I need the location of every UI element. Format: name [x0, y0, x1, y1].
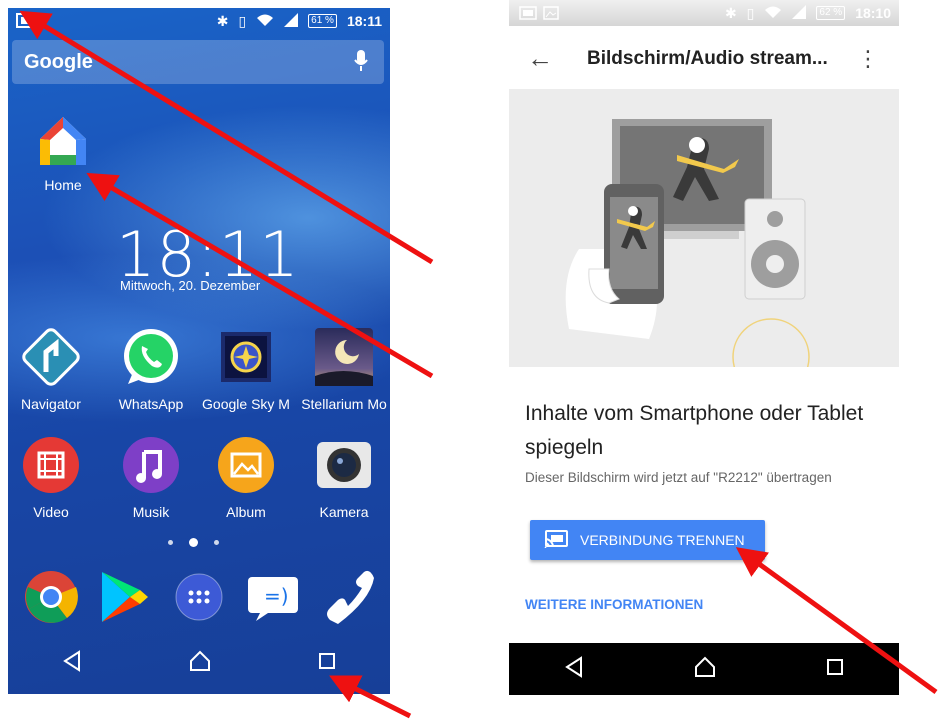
chrome-icon[interactable] — [22, 568, 80, 626]
app-label: Stellarium Mo — [301, 396, 387, 412]
back-icon[interactable] — [62, 649, 82, 677]
disconnect-button-label: VERBINDUNG TRENNEN — [580, 532, 745, 548]
camera-icon — [313, 434, 375, 496]
play-store-icon[interactable] — [96, 568, 154, 626]
svg-text:=): =) — [264, 584, 289, 608]
whatsapp-icon — [120, 326, 182, 388]
google-logo: Google — [24, 50, 93, 73]
app-label: Album — [226, 504, 266, 520]
navigation-bar — [8, 632, 390, 694]
navigator-icon — [20, 326, 82, 388]
status-time: 18:10 — [855, 5, 891, 21]
toolbar: ← Bildschirm/Audio stream... ⋮ — [509, 28, 899, 88]
cast-icon — [519, 6, 537, 23]
app-label: WhatsApp — [118, 396, 184, 412]
vibrate-icon: ▯ — [746, 4, 755, 21]
status-time: 18:11 — [346, 13, 382, 29]
app-musik[interactable]: Musik — [103, 434, 199, 520]
navigation-bar — [509, 643, 899, 695]
app-label: Home — [44, 177, 82, 193]
wifi-icon — [256, 13, 274, 30]
app-home[interactable]: Home — [18, 113, 108, 193]
wifi-icon — [764, 5, 782, 22]
vibrate-icon: ▯ — [238, 12, 247, 29]
status-bar: ✱ ▯ 62 % 18:10 — [509, 0, 899, 26]
disconnect-button[interactable]: VERBINDUNG TRENNEN — [530, 520, 765, 560]
status-bar: ✱ ▯ 61 % 18:11 — [8, 8, 390, 34]
bluetooth-icon: ✱ — [216, 12, 229, 29]
video-icon — [20, 434, 82, 496]
cast-icon — [16, 13, 36, 32]
bluetooth-icon: ✱ — [724, 4, 737, 21]
album-icon — [215, 434, 277, 496]
app-label: Google Sky M — [202, 396, 290, 412]
home-nav-icon[interactable] — [694, 656, 716, 683]
app-stellarium[interactable]: Stellarium Mo — [296, 326, 390, 412]
cast-illustration — [509, 89, 899, 396]
battery-indicator: 61 % — [308, 14, 337, 28]
music-icon — [120, 434, 182, 496]
cast-status-description: Dieser Bildschirm wird jetzt auf "R2212"… — [525, 470, 832, 485]
phone-icon[interactable] — [318, 568, 376, 626]
app-whatsapp[interactable]: WhatsApp — [103, 326, 199, 412]
app-label: Navigator — [21, 396, 81, 412]
more-info-link[interactable]: WEITERE INFORMATIONEN — [525, 597, 703, 612]
back-icon[interactable] — [564, 655, 584, 683]
app-kamera[interactable]: Kamera — [296, 434, 390, 520]
recents-icon[interactable] — [318, 652, 336, 675]
app-google-sky-map[interactable]: Google Sky M — [198, 326, 294, 412]
stellarium-icon — [313, 326, 375, 388]
sky-map-icon — [215, 326, 277, 388]
google-search-bar[interactable]: Google — [12, 40, 384, 84]
left-phone-screen: ✱ ▯ 61 % 18:11 Google Home 18:11 Mittwoc… — [8, 8, 390, 694]
signal-icon — [792, 4, 807, 22]
page-title: Bildschirm/Audio stream... — [587, 48, 828, 69]
right-phone-screen: ✱ ▯ 62 % 18:10 ← Bildschirm/Audio stream… — [509, 0, 899, 695]
google-home-icon — [36, 113, 90, 169]
more-options-icon[interactable]: ⋮ — [857, 46, 879, 72]
home-nav-icon[interactable] — [189, 650, 211, 677]
dock: =) — [8, 568, 390, 628]
battery-indicator: 62 % — [816, 6, 846, 20]
clock-date: Mittwoch, 20. Dezember — [120, 278, 261, 293]
messaging-icon[interactable]: =) — [244, 568, 302, 626]
app-video[interactable]: Video — [8, 434, 99, 520]
app-label: Musik — [132, 504, 170, 520]
page-indicator — [168, 538, 219, 547]
app-drawer-icon[interactable] — [170, 568, 228, 626]
image-icon — [543, 6, 559, 23]
app-label: Kamera — [319, 504, 369, 520]
recents-icon[interactable] — [826, 658, 844, 681]
microphone-icon[interactable] — [354, 50, 368, 77]
signal-icon — [284, 12, 299, 30]
app-album[interactable]: Album — [198, 434, 294, 520]
app-navigator[interactable]: Navigator — [8, 326, 99, 412]
back-arrow-icon[interactable]: ← — [527, 43, 553, 74]
cast-connected-icon — [544, 529, 568, 551]
app-label: Video — [33, 504, 69, 520]
main-heading: Inhalte vom Smartphone oder Tablet spieg… — [525, 402, 864, 459]
